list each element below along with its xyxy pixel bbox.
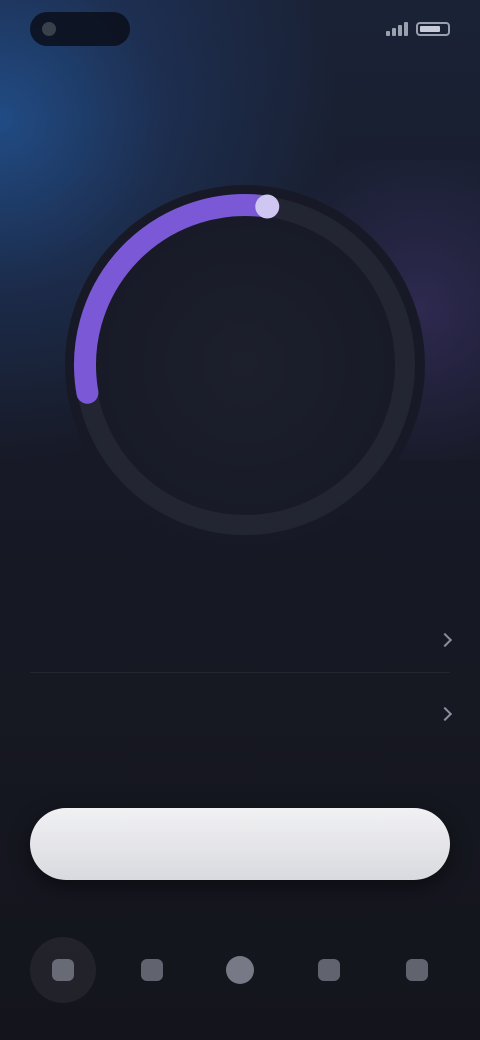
settings-row-value-group: [430, 706, 453, 722]
settings-row-value-group: [430, 632, 453, 648]
status-indicator-icon: [42, 22, 56, 36]
nav-item-1[interactable]: [30, 937, 96, 1003]
nav-icon-1: [52, 959, 74, 981]
bottom-nav: [30, 935, 450, 1005]
primary-action-button[interactable]: [30, 808, 450, 880]
progress-dial[interactable]: [55, 175, 435, 555]
divider: [30, 672, 450, 673]
status-pill: [30, 12, 130, 46]
nav-item-center[interactable]: [207, 937, 273, 1003]
nav-icon-5: [406, 959, 428, 981]
chevron-right-icon: [437, 632, 453, 648]
settings-row-2[interactable]: [30, 694, 453, 734]
status-bar: [0, 0, 480, 60]
status-icons: [386, 22, 450, 36]
signal-icon: [386, 22, 408, 36]
nav-icon-4: [317, 959, 340, 981]
settings-row-1[interactable]: [30, 620, 453, 660]
dial-knob[interactable]: [255, 194, 280, 219]
chevron-right-icon: [437, 706, 453, 722]
header: [24, 74, 344, 80]
nav-item-4[interactable]: [296, 937, 362, 1003]
nav-item-2[interactable]: [119, 937, 185, 1003]
app-screen: [0, 0, 480, 1040]
nav-item-5[interactable]: [384, 937, 450, 1003]
nav-icon-center: [226, 956, 254, 984]
dial-graphic: [65, 185, 425, 545]
battery-icon: [416, 22, 450, 36]
dial-face: [65, 185, 425, 545]
nav-icon-2: [140, 959, 163, 981]
